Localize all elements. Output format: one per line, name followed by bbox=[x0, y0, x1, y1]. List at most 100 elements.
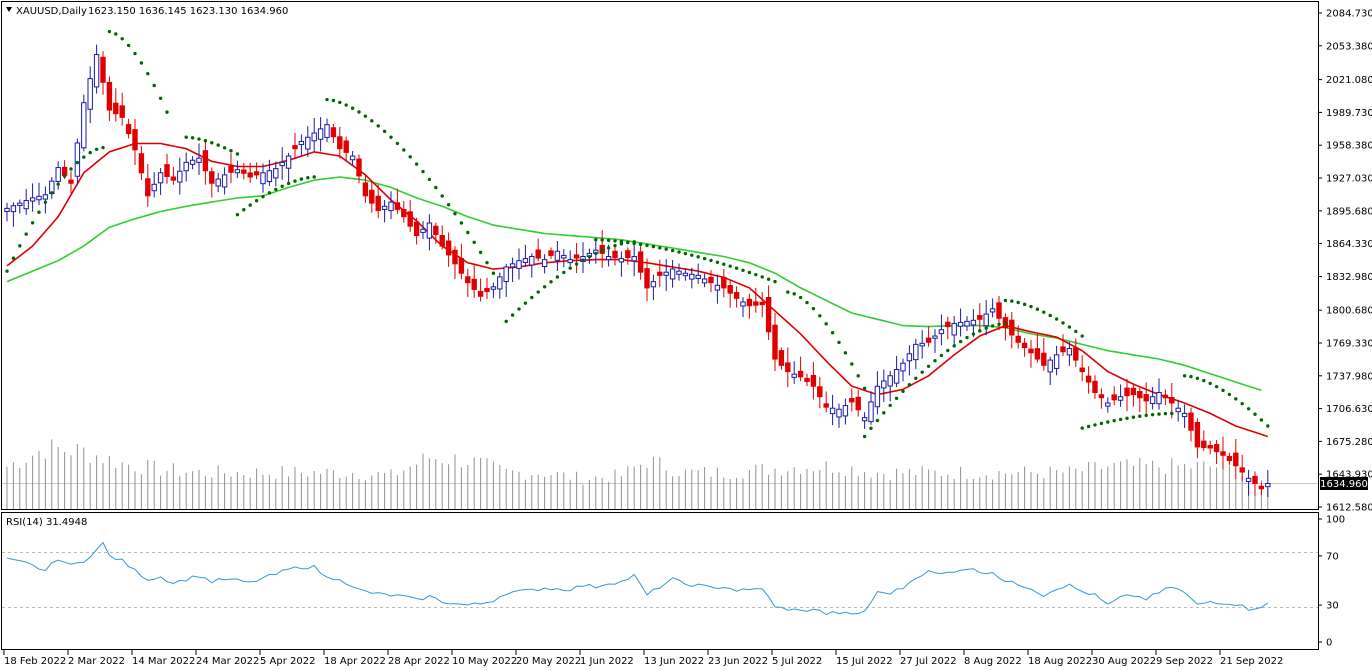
candle-bull bbox=[266, 170, 273, 183]
psar-dot bbox=[286, 181, 291, 186]
candle-bear bbox=[765, 296, 772, 333]
candle-bull bbox=[317, 128, 324, 140]
candle-bull bbox=[349, 155, 356, 161]
psar-dot bbox=[606, 238, 611, 243]
candle-bear bbox=[253, 171, 260, 176]
candle-bull bbox=[260, 172, 266, 185]
candle-bull bbox=[663, 271, 669, 276]
candle-bull bbox=[650, 281, 657, 288]
candle-bull bbox=[618, 258, 625, 263]
candle-bull bbox=[522, 258, 529, 264]
price-tick-label: 1675.280 bbox=[1326, 437, 1372, 448]
date-tick-label: 27 Jul 2022 bbox=[900, 656, 957, 667]
psar-dot bbox=[894, 396, 899, 400]
psar-dot bbox=[722, 262, 726, 266]
psar-dot bbox=[299, 177, 304, 181]
candle-bear bbox=[1085, 375, 1092, 383]
psar-dot bbox=[1029, 304, 1033, 309]
candle-bear bbox=[1073, 347, 1079, 361]
rsi-tick-label: 30 bbox=[1326, 601, 1339, 612]
psar-dot bbox=[370, 119, 374, 123]
psar-dot bbox=[402, 148, 406, 152]
rsi-tick-label: 0 bbox=[1326, 638, 1332, 649]
price-tick-label: 1927.030 bbox=[1326, 173, 1372, 184]
psar-dot bbox=[984, 326, 988, 330]
psar-dot bbox=[1022, 302, 1027, 307]
psar-dot bbox=[946, 348, 950, 353]
psar-dot bbox=[126, 43, 131, 48]
price-tick-label: 2053.380 bbox=[1326, 41, 1372, 52]
psar-dot bbox=[792, 292, 796, 296]
psar-dot bbox=[1003, 321, 1008, 326]
candle-bear bbox=[100, 56, 106, 83]
price-tick-label: 2084.730 bbox=[1326, 9, 1372, 20]
psar-dot bbox=[210, 141, 214, 145]
candle-bull bbox=[234, 169, 241, 174]
date-tick-label: 23 Jun 2022 bbox=[708, 656, 768, 667]
chart-canvas: 2084.730 2053.380 2021.080 1989.730 1958.380… bbox=[0, 0, 1372, 670]
psar-dot bbox=[920, 370, 924, 374]
candle-bull bbox=[183, 161, 189, 172]
candle-bear bbox=[810, 374, 817, 387]
psar-dot bbox=[1138, 414, 1142, 418]
psar-dot bbox=[69, 167, 73, 171]
psar-dot bbox=[459, 221, 464, 225]
candle-bull bbox=[567, 259, 573, 264]
candle-bull bbox=[151, 183, 157, 192]
candle-bear bbox=[362, 182, 369, 197]
psar-dot bbox=[837, 340, 841, 345]
candle-bear bbox=[439, 235, 445, 247]
psar-dot bbox=[773, 279, 777, 284]
psar-dot bbox=[30, 221, 35, 225]
psar-dot bbox=[440, 194, 444, 198]
psar-dot bbox=[88, 150, 92, 155]
psar-dot bbox=[939, 353, 944, 358]
psar-dot bbox=[107, 29, 112, 34]
psar-dot bbox=[1106, 420, 1110, 424]
psar-dot bbox=[702, 256, 707, 261]
psar-dot bbox=[536, 290, 540, 294]
candle-bear bbox=[68, 179, 74, 184]
candle-bear bbox=[733, 292, 740, 299]
psar-dot bbox=[1118, 417, 1123, 422]
psar-dot bbox=[760, 275, 764, 279]
candle-bull bbox=[989, 308, 996, 313]
psar-dot bbox=[709, 258, 713, 263]
symbol-name: XAUUSD,Daily bbox=[16, 6, 87, 17]
psar-dot bbox=[613, 243, 617, 248]
date-tick-label: 20 May 2022 bbox=[516, 656, 581, 667]
psar-dot bbox=[222, 146, 227, 150]
date-tick-label: 8 Aug 2022 bbox=[964, 656, 1022, 667]
candle-bear bbox=[1258, 485, 1265, 490]
psar-dot bbox=[664, 247, 668, 251]
psar-dot bbox=[850, 362, 854, 366]
psar-dot bbox=[632, 241, 636, 246]
candle-bear bbox=[1162, 394, 1169, 399]
price-tick-label: 1895.680 bbox=[1326, 206, 1372, 217]
psar-dot bbox=[216, 143, 220, 147]
candle-bear bbox=[797, 370, 804, 378]
candle-bear bbox=[1220, 451, 1226, 456]
psar-dot bbox=[786, 290, 790, 294]
candle-bear bbox=[228, 165, 234, 173]
candle-bull bbox=[311, 132, 317, 142]
psar-dot bbox=[1099, 421, 1104, 426]
candle-bear bbox=[407, 211, 413, 227]
psar-dot bbox=[568, 266, 572, 270]
psar-dot bbox=[1093, 423, 1097, 427]
candle-bull bbox=[10, 205, 17, 213]
psar-dot bbox=[914, 376, 918, 380]
date-tick-label: 24 Mar 2022 bbox=[196, 656, 259, 667]
candle-bear bbox=[1252, 475, 1258, 485]
candle-bull bbox=[381, 205, 388, 210]
candle-bull bbox=[695, 274, 701, 279]
date-tick-label: 14 Mar 2022 bbox=[132, 656, 195, 667]
psar-dot bbox=[645, 243, 649, 248]
psar-dot bbox=[1074, 329, 1078, 334]
candle-bear bbox=[1034, 348, 1041, 360]
candle-bear bbox=[727, 285, 733, 294]
candle-bear bbox=[375, 195, 381, 211]
psar-dot bbox=[120, 37, 124, 41]
psar-dot bbox=[933, 359, 937, 363]
candle-bear bbox=[535, 249, 541, 259]
